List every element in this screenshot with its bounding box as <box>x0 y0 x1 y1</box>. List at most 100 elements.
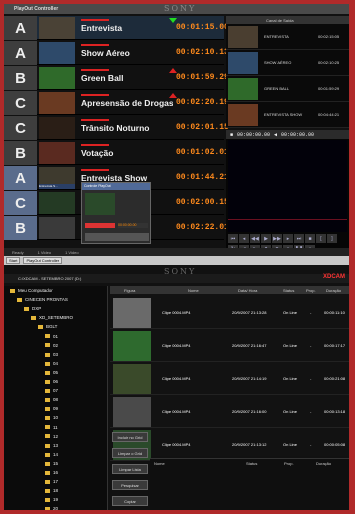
clip-timecode: 00:02:22.01 <box>176 223 229 232</box>
tree-folder[interactable]: 12 <box>45 434 58 439</box>
play-icon[interactable]: ▶ <box>261 234 271 243</box>
popup-controls[interactable] <box>85 233 149 241</box>
folder-icon <box>45 379 50 384</box>
action-button[interactable]: Incluir no Grid <box>112 432 148 442</box>
tree-folder[interactable]: 09 <box>45 406 58 411</box>
rewind-icon[interactable]: ◀◀ <box>250 234 260 243</box>
clip-row[interactable]: Clipe 0004.MP4 20/9/2007 21:16:00 On Line -… <box>110 395 349 428</box>
tree-folder-label: 19 <box>53 497 59 503</box>
output-channel-header: Canal de Saída <box>226 16 349 24</box>
clip-status: On Line <box>283 376 298 381</box>
tree-folder[interactable]: 06 <box>45 379 58 384</box>
folder-icon <box>45 452 50 457</box>
tree-folder[interactable]: 16 <box>45 470 58 475</box>
tree-folder-label: CINECEN PRONTAS <box>25 297 68 303</box>
action-button[interactable]: Pesquisar <box>112 480 148 490</box>
tree-folder[interactable]: 18 <box>45 488 58 493</box>
clip-thumbnail <box>39 67 75 89</box>
frame-back-icon[interactable]: ◂ <box>239 234 249 243</box>
tree-folder[interactable]: 11 <box>45 425 58 430</box>
tree-folder[interactable]: BGLT <box>38 324 57 329</box>
frame-forward-icon[interactable]: ▸ <box>283 234 293 243</box>
clip-timecode: 00:01:15.00 <box>176 23 229 32</box>
clip-row[interactable]: Clipe 0004.MP4 20/9/2007 21:13:28 On Line -… <box>110 296 349 329</box>
channel-letter: A <box>4 41 37 65</box>
xdcam-logo: XDCAM <box>323 274 345 280</box>
list2-col-status: Status <box>246 461 258 466</box>
action-button[interactable]: Limpar Lista <box>112 464 148 474</box>
tree-folder[interactable]: DXP <box>24 306 41 311</box>
playlist-row[interactable]: A Entrevista 00:01:15.00 <box>4 16 229 40</box>
col-name: Nome <box>188 287 199 293</box>
action-button[interactable]: Copiar <box>112 496 148 506</box>
tree-folder[interactable]: 02 <box>45 343 58 348</box>
folder-icon <box>45 361 50 366</box>
mark-out-icon[interactable]: ] <box>327 234 337 243</box>
tree-folder-label: BGLT <box>46 324 58 330</box>
start-button[interactable]: Start <box>6 257 21 264</box>
taskbar-app-button[interactable]: PlayOut Controller <box>23 257 63 264</box>
folder-icon <box>45 407 50 412</box>
clip-duration: 00:00:11:10 <box>324 310 345 315</box>
output-clip-row[interactable]: ENTREVISTA SHOW 00:04:44:21 <box>226 102 349 128</box>
status-right: 1 Video <box>65 249 79 255</box>
folder-icon <box>24 307 29 311</box>
clip-thumbnail <box>113 298 151 328</box>
timecode-bar: ■ 00:00:00.00 ◀ 00:00:00.00 <box>226 130 349 139</box>
popup-title: Controle PlayOut <box>82 183 150 190</box>
fast-forward-icon[interactable]: ▶▶ <box>272 234 282 243</box>
tree-folder[interactable]: 19 <box>45 497 58 502</box>
address-bar[interactable]: C:\XDCAM - SETEMBRO 2007 (D:) XDCAM <box>4 274 349 283</box>
output-clip-thumbnail <box>228 78 258 100</box>
go-start-icon[interactable]: ⏮ <box>228 234 238 243</box>
rewind-icon[interactable]: ◀ <box>274 132 277 138</box>
tree-folder[interactable]: Meu Computador <box>10 288 53 293</box>
playlist-row[interactable]: A Show Aéreo 00:02:10.13 <box>4 41 229 65</box>
playout-popup: Controle PlayOut 00:00:00.00 <box>81 182 151 244</box>
clip-row[interactable]: Clipe 0004.MP4 20/9/2007 21:16:47 On Line -… <box>110 329 349 362</box>
clip-duration: 00:00:05:08 <box>324 442 346 447</box>
tree-folder-label: 04 <box>53 360 59 366</box>
channel-letter: C <box>4 116 37 140</box>
clip-thumbnail <box>39 117 75 139</box>
tree-folder[interactable]: 03 <box>45 352 58 357</box>
output-clip-row[interactable]: ENTREVISTA 00:02:15:05 <box>226 24 349 50</box>
action-button[interactable]: Limpar o Grid <box>112 448 148 458</box>
playlist-row[interactable]: C Trânsito Noturno 00:02:01.15 <box>4 116 229 140</box>
mark-in-icon[interactable]: [ <box>316 234 326 243</box>
folder-icon <box>45 343 50 348</box>
tree-folder[interactable]: 04 <box>45 361 58 366</box>
tree-folder[interactable]: XD_SETEMBRO <box>31 315 73 320</box>
tree-folder[interactable]: 20 <box>45 506 58 510</box>
playlist-row[interactable]: B Green Ball 00:01:59.29 <box>4 66 229 90</box>
tree-folder[interactable]: 13 <box>45 443 58 448</box>
tree-folder[interactable]: CINECEN PRONTAS <box>17 297 68 302</box>
clip-thumbnail <box>39 92 75 114</box>
tree-folder-label: 16 <box>53 470 59 475</box>
tree-folder[interactable]: 17 <box>45 479 58 484</box>
clip-row[interactable]: Clipe 0004.MP4 20/9/2007 21:14:19 On Line -… <box>110 362 349 395</box>
clip-thumbnail <box>113 331 151 361</box>
clip-level-bar <box>81 19 109 21</box>
playlist-row[interactable]: C Apresensão de Drogas 00:02:20.19 <box>4 91 229 115</box>
output-clip-row[interactable]: SHOW AÉREO 00:02:10:25 <box>226 50 349 76</box>
tree-folder[interactable]: 07 <box>45 388 58 393</box>
output-clip-row[interactable]: GREEN BALL 00:01:59:29 <box>226 76 349 102</box>
tree-folder-label: 13 <box>53 442 59 448</box>
go-end-icon[interactable]: ⏭ <box>294 234 304 243</box>
folder-icon <box>45 461 50 466</box>
tree-folder[interactable]: 01 <box>45 334 58 339</box>
tree-folder[interactable]: 10 <box>45 415 58 420</box>
clip-timecode: 00:02:01.15 <box>176 123 229 132</box>
stop-icon[interactable]: ■ <box>305 234 315 243</box>
stop-icon[interactable]: ■ <box>230 132 233 138</box>
tree-folder-label: 07 <box>53 388 59 394</box>
playlist-row[interactable]: B Votação 00:01:02.01 <box>4 141 229 165</box>
tree-folder[interactable]: 15 <box>45 461 58 466</box>
tree-folder[interactable]: 05 <box>45 370 58 375</box>
folder-icon <box>38 325 43 330</box>
channel-letter: B <box>4 216 37 240</box>
tree-folder[interactable]: 08 <box>45 397 58 402</box>
folder-icon <box>45 507 50 510</box>
tree-folder[interactable]: 14 <box>45 452 58 457</box>
